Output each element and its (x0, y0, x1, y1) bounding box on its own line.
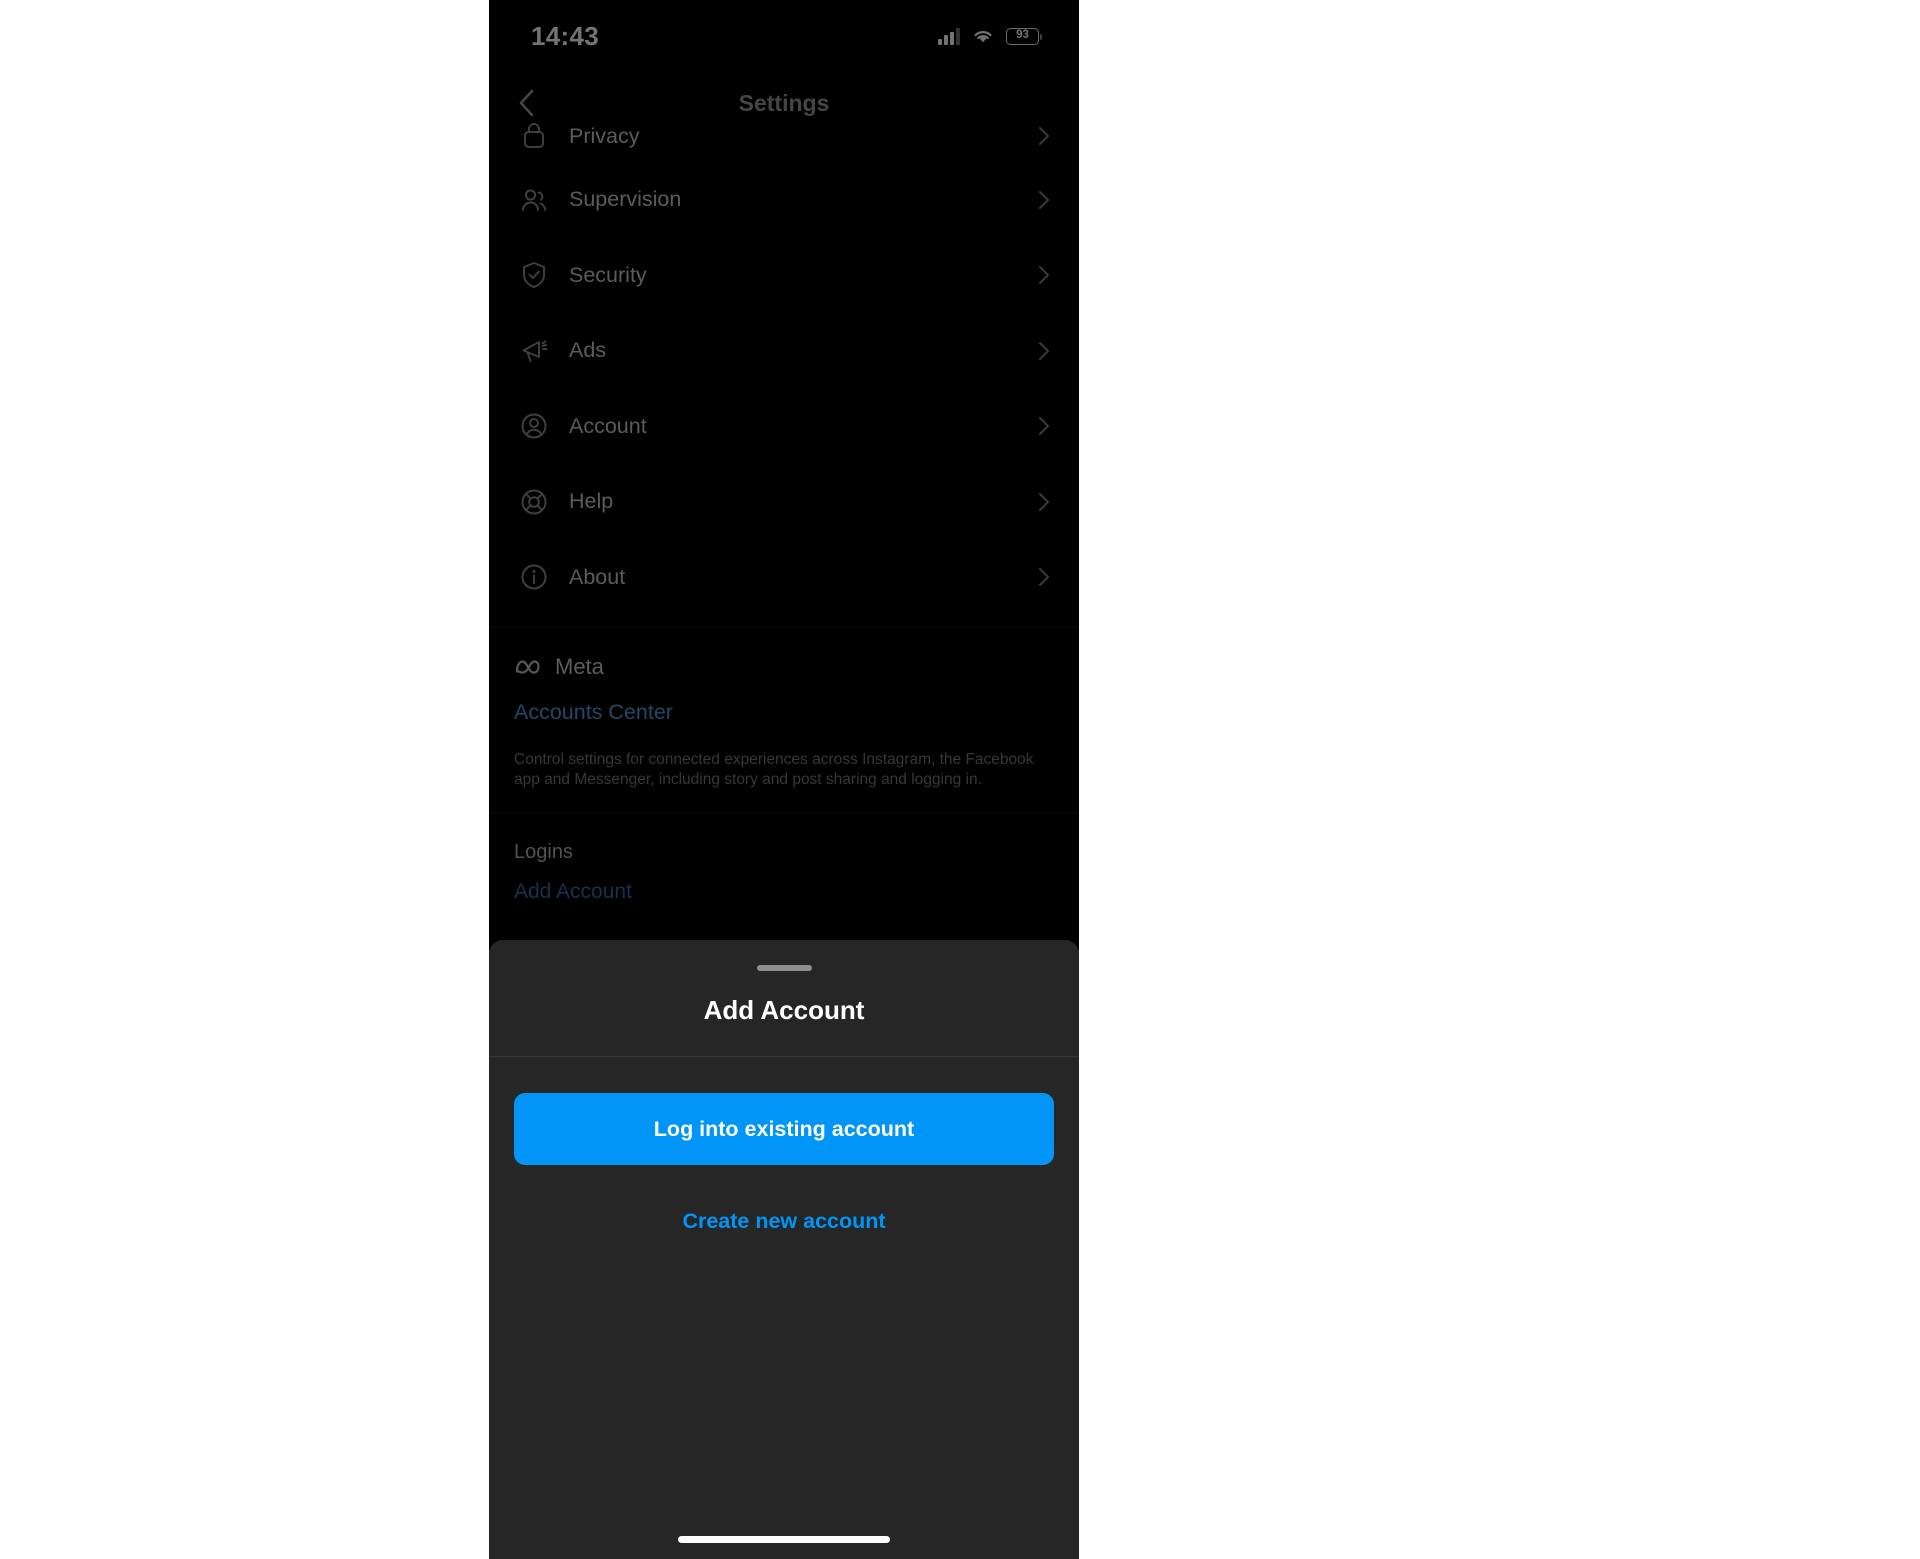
chevron-right-icon (1033, 264, 1055, 286)
settings-row-help[interactable]: Help (489, 464, 1079, 540)
status-bar: 14:43 93 (489, 0, 1079, 72)
settings-row-label: Help (569, 489, 614, 514)
cellular-signal-icon (938, 28, 960, 45)
screenshot-root: 14:43 93 Settings Privacy Supervision Se… (0, 0, 1920, 1559)
meta-brand-name: Meta (555, 654, 604, 679)
info-circle-icon (513, 556, 555, 598)
accounts-center-link[interactable]: Accounts Center (514, 700, 1054, 725)
chevron-right-icon (1033, 340, 1055, 362)
settings-row-label: Security (569, 262, 647, 287)
chevron-right-icon (1033, 189, 1055, 211)
settings-row-security[interactable]: Security (489, 238, 1079, 314)
settings-row-privacy[interactable]: Privacy (489, 110, 1079, 162)
sheet-drag-handle[interactable] (756, 965, 812, 971)
wifi-icon (971, 27, 995, 45)
chevron-right-icon (1033, 415, 1055, 437)
person-circle-icon (513, 405, 555, 447)
add-account-bottom-sheet: Add Account Log into existing account Cr… (489, 940, 1079, 1559)
meta-section: Meta Accounts Center Control settings fo… (489, 628, 1079, 812)
status-bar-clock: 14:43 (531, 20, 599, 51)
log-into-existing-account-button[interactable]: Log into existing account (514, 1093, 1054, 1165)
create-new-account-button[interactable]: Create new account (489, 1203, 1079, 1240)
logins-add-account-item[interactable]: Add Account (489, 874, 1079, 904)
settings-row-label: Account (569, 413, 647, 438)
battery-level: 93 (1016, 29, 1029, 42)
megaphone-icon (513, 330, 555, 372)
settings-row-label: Privacy (569, 123, 640, 148)
chevron-right-icon (1033, 491, 1055, 513)
settings-row-supervision[interactable]: Supervision (489, 162, 1079, 238)
settings-row-about[interactable]: About (489, 540, 1079, 616)
sheet-title: Add Account (703, 995, 865, 1025)
accounts-center-description: Control settings for connected experienc… (514, 751, 1034, 788)
battery-icon: 93 (1006, 27, 1043, 45)
settings-row-ads[interactable]: Ads (489, 313, 1079, 389)
sheet-divider (489, 1056, 1079, 1057)
settings-row-label: Ads (569, 338, 607, 363)
home-indicator (678, 1536, 890, 1543)
settings-row-label: About (569, 564, 626, 589)
chevron-right-icon (1033, 566, 1055, 588)
phone-viewport: 14:43 93 Settings Privacy Supervision Se… (489, 0, 1079, 1559)
shield-check-icon (513, 254, 555, 296)
lifebuoy-icon (513, 481, 555, 523)
chevron-right-icon (1033, 125, 1055, 147)
status-bar-icons: 93 (938, 27, 1043, 45)
meta-brand: Meta (514, 654, 1054, 680)
lock-icon (513, 115, 555, 157)
people-icon (513, 179, 555, 221)
logins-section-heading: Logins (514, 840, 573, 863)
settings-row-label: Supervision (569, 187, 682, 212)
meta-infinity-logo (514, 657, 544, 677)
settings-row-account[interactable]: Account (489, 389, 1079, 465)
